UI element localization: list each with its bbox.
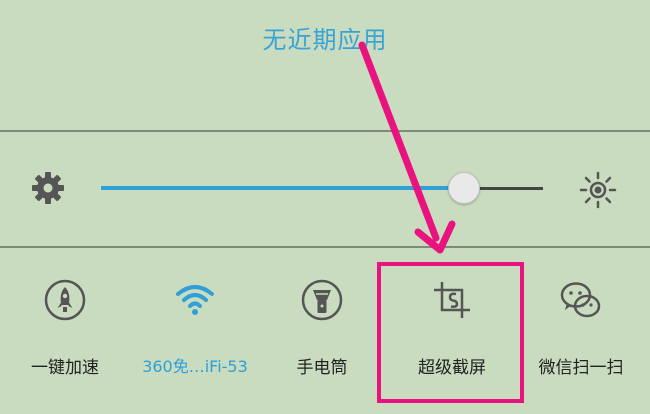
brightness-slider-thumb[interactable] <box>448 172 480 204</box>
quick-tile-label: 360免…iFi-53 <box>142 357 248 376</box>
rocket-icon <box>44 279 86 321</box>
sun-icon <box>579 171 617 209</box>
gear-icon[interactable] <box>30 170 66 206</box>
quick-tile-wechat-scan[interactable]: 微信扫一扫 <box>521 278 641 398</box>
quick-tile-label: 微信扫一扫 <box>538 358 624 378</box>
recent-apps-panel: 无近期应用 <box>0 0 650 130</box>
divider-bottom <box>0 246 650 248</box>
quick-tile-flashlight[interactable]: 手电筒 <box>262 278 382 398</box>
brightness-slider-fill[interactable] <box>101 186 463 190</box>
flashlight-icon <box>301 279 343 321</box>
quick-tile-wifi[interactable]: 360免…iFi-53 <box>135 278 255 398</box>
wechat-icon <box>560 282 601 318</box>
wifi-icon <box>176 285 214 315</box>
quick-tile-label: 一键加速 <box>31 358 99 378</box>
quick-tile-speed-boost[interactable]: 一键加速 <box>5 278 125 398</box>
quick-tile-label: 手电筒 <box>296 358 348 378</box>
no-recent-apps-text: 无近期应用 <box>262 26 388 54</box>
highlight-box <box>377 262 524 403</box>
